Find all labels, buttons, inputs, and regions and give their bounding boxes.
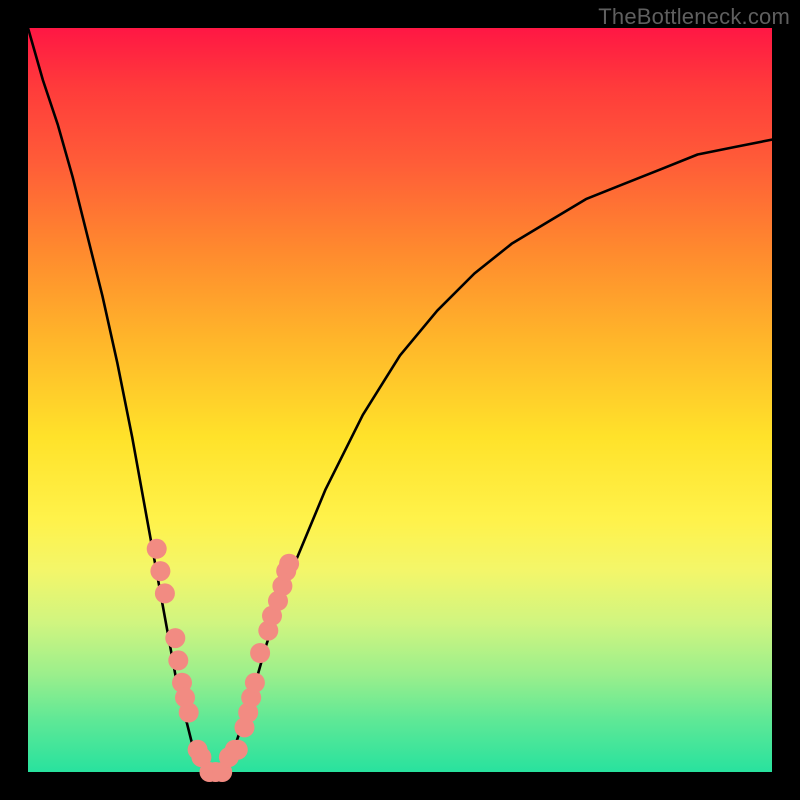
bottleneck-curve: [28, 28, 772, 772]
chart-frame: TheBottleneck.com: [0, 0, 800, 800]
sample-dots: [147, 539, 299, 782]
watermark-label: TheBottleneck.com: [598, 4, 790, 30]
sample-dot: [250, 643, 270, 663]
sample-dot: [228, 740, 248, 760]
sample-dot: [165, 628, 185, 648]
sample-dot: [168, 650, 188, 670]
sample-dot: [147, 539, 167, 559]
chart-overlay: [28, 28, 772, 772]
sample-dot: [279, 554, 299, 574]
sample-dot: [245, 673, 265, 693]
sample-dot: [150, 561, 170, 581]
sample-dot: [155, 583, 175, 603]
sample-dot: [179, 703, 199, 723]
